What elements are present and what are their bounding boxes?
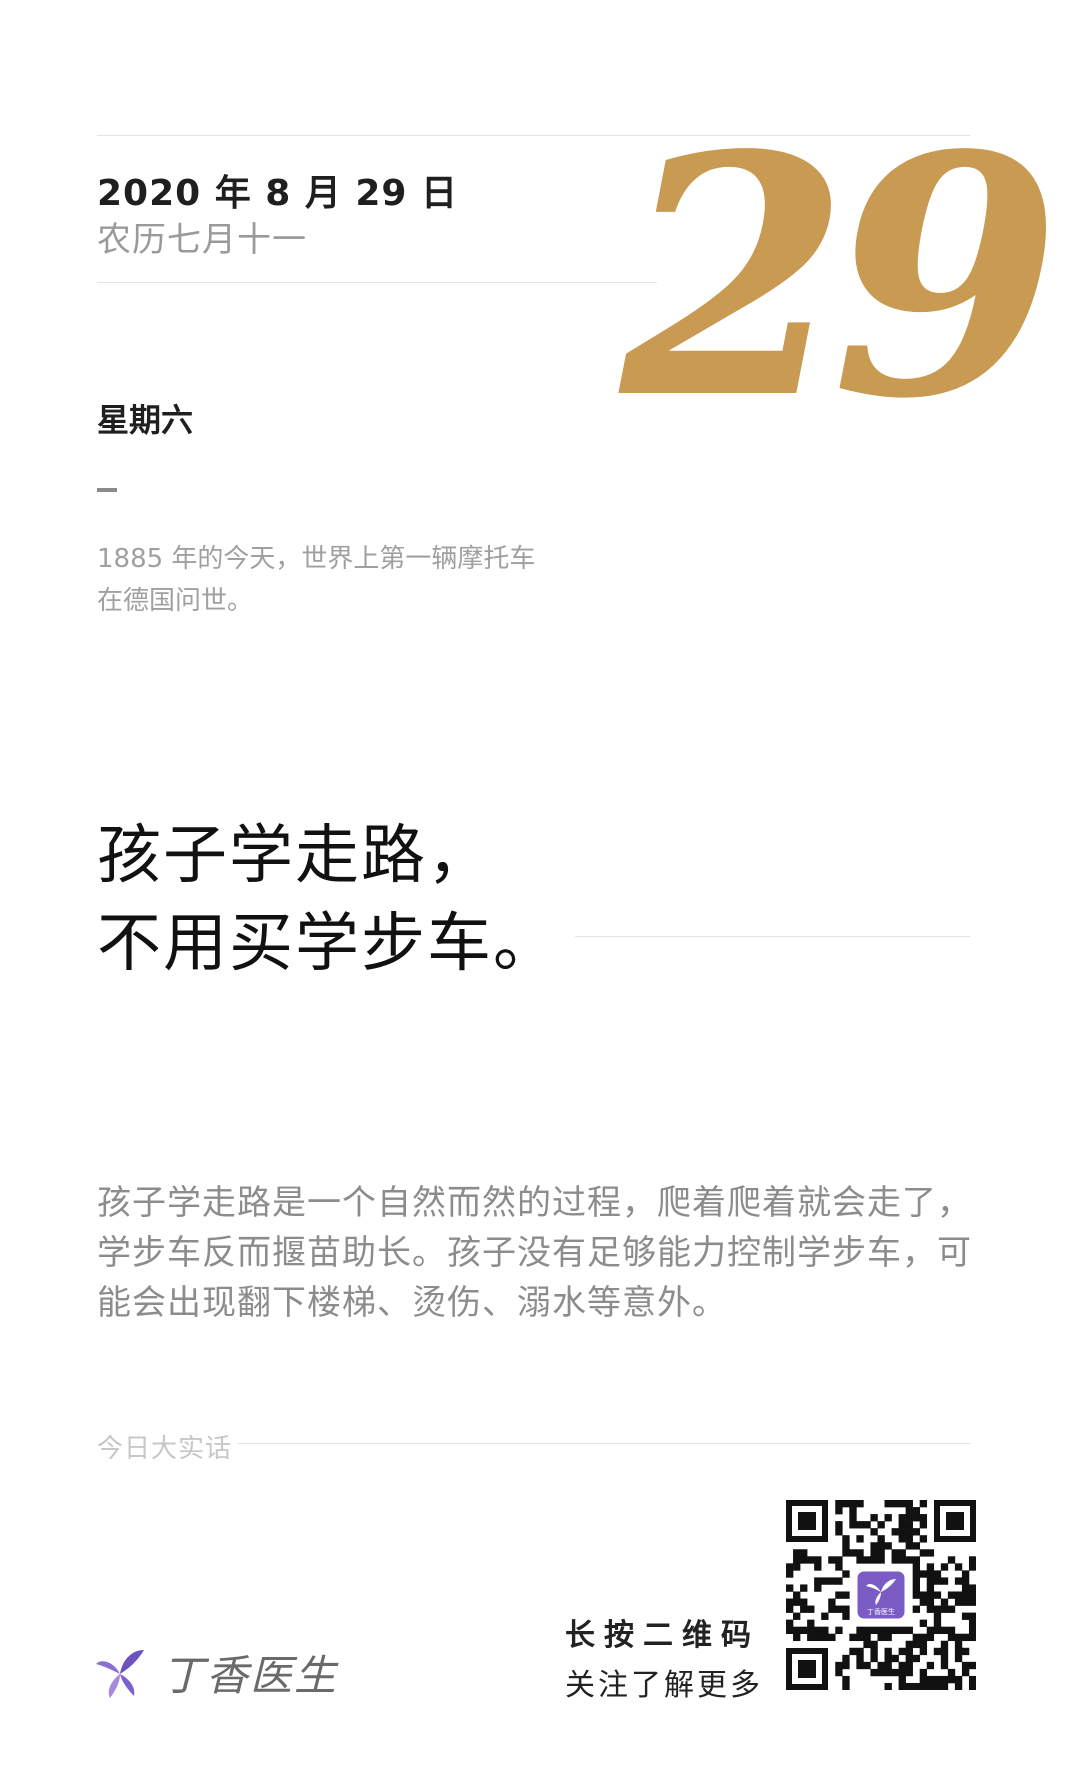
history-line: 1885 年的今天，世界上第一辆摩托车 <box>97 544 536 574</box>
short-dash <box>97 488 117 492</box>
date-text: 2020 年 8 月 29 日 <box>97 173 459 214</box>
qr-code[interactable]: 丁香医生 <box>786 1500 977 1691</box>
body-line: 能会出现翻下楼梯、烫伤、溺水等意外。 <box>97 1283 727 1323</box>
qr-badge-text: 丁香医生 <box>867 1607 895 1616</box>
history-line: 在德国问世。 <box>97 586 254 616</box>
headline-line: 孩子学走路， <box>97 819 493 893</box>
body-line: 孩子学走路是一个自然而然的过程，爬着爬着就会走了， <box>97 1183 972 1223</box>
brand-name: 丁香医生 <box>162 1650 339 1700</box>
headline-divider <box>575 936 970 937</box>
brand-logo: 丁香医生 <box>92 1640 338 1704</box>
lunar-date-text: 农历七月十一 <box>97 220 307 260</box>
cta-line-2: 关注了解更多 <box>565 1668 763 1703</box>
big-day-number: 29 <box>620 83 1061 471</box>
headline: 孩子学走路， 不用买学步车。 <box>97 812 559 988</box>
weekday-text: 星期六 <box>97 401 194 439</box>
section-label: 今日大实话 <box>97 1428 239 1465</box>
history-note: 1885 年的今天，世界上第一辆摩托车 在德国问世。 <box>97 538 617 622</box>
qr-call-to-action: 长按二维码 关注了解更多 <box>565 1610 765 1704</box>
lilac-flower-icon <box>96 1650 144 1698</box>
qr-code-icon: 丁香医生 <box>786 1500 977 1691</box>
body-line: 学步车反而揠苗助长。孩子没有足够能力控制学步车，可 <box>97 1233 972 1273</box>
body-text: 孩子学走路是一个自然而然的过程，爬着爬着就会走了， 学步车反而揠苗助长。孩子没有… <box>97 1178 987 1328</box>
date-divider <box>97 282 657 283</box>
cta-line-1: 长按二维码 <box>565 1618 760 1653</box>
headline-line: 不用买学步车。 <box>97 907 559 981</box>
